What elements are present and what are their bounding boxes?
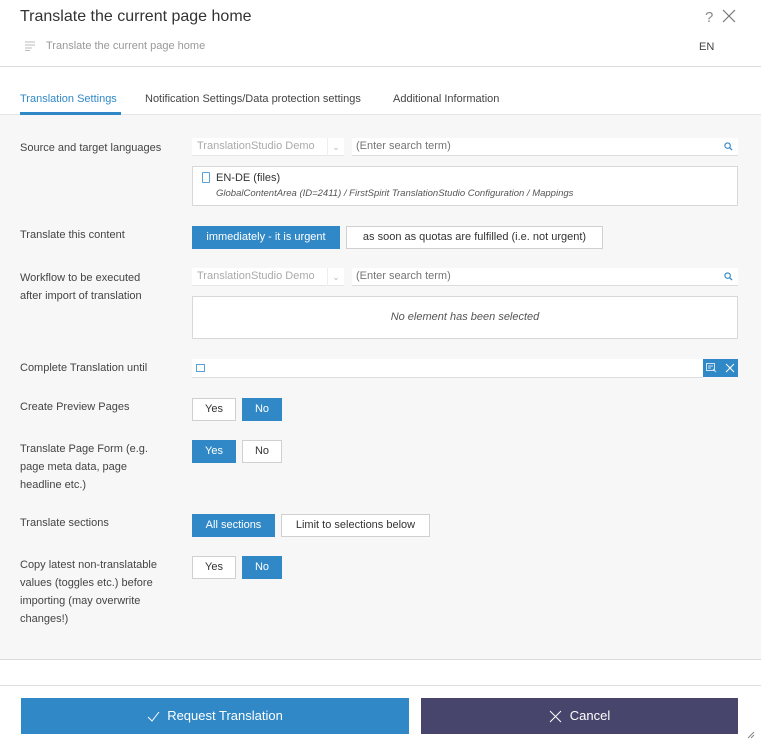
source-project-select[interactable]: TranslationStudio Demo ⌄ <box>192 138 344 156</box>
mapping-path: GlobalContentArea (ID=2411) / FirstSpiri… <box>216 188 574 199</box>
copy-yes-button[interactable]: Yes <box>192 556 236 579</box>
date-actions <box>703 359 738 377</box>
clear-date-icon[interactable] <box>725 363 735 373</box>
form-content: Source and target languages TranslationS… <box>0 115 761 660</box>
empty-selection-text: No element has been selected <box>390 311 540 323</box>
tab-notification-settings[interactable]: Notification Settings/Data protection se… <box>145 93 361 105</box>
close-icon[interactable] <box>722 9 736 23</box>
translate-content-label: Translate this content <box>20 229 125 241</box>
chevron-down-icon[interactable]: ⌄ <box>327 138 344 156</box>
preview-no-button[interactable]: No <box>242 398 282 421</box>
search-icon[interactable] <box>724 272 733 281</box>
urgent-button[interactable]: immediately - it is urgent <box>192 226 340 249</box>
description-icon <box>25 41 35 51</box>
workflow-project-value: TranslationStudio Demo <box>197 270 315 282</box>
all-sections-button[interactable]: All sections <box>192 514 275 537</box>
page-form-no-button[interactable]: No <box>242 440 282 463</box>
language-indicator[interactable]: EN <box>699 41 714 53</box>
workflow-project-select[interactable]: TranslationStudio Demo ⌄ <box>192 268 344 286</box>
check-icon <box>147 711 160 722</box>
cancel-button[interactable]: Cancel <box>421 698 738 734</box>
limit-sections-button[interactable]: Limit to selections below <box>281 514 430 537</box>
dialog-title: Translate the current page home <box>20 8 252 25</box>
page-form-label: Translate Page Form (e.g. page meta data… <box>20 443 148 491</box>
help-icon[interactable]: ? <box>705 9 713 26</box>
document-icon <box>202 172 210 183</box>
source-target-label: Source and target languages <box>20 142 162 154</box>
tab-translation-settings[interactable]: Translation Settings <box>20 93 117 105</box>
close-icon <box>549 710 562 723</box>
dialog-header: Translate the current page home ? Transl… <box>0 0 761 67</box>
source-project-value: TranslationStudio Demo <box>197 140 315 152</box>
sections-label: Translate sections <box>20 517 109 529</box>
date-picker-icon[interactable] <box>706 363 717 373</box>
copy-values-label: Copy latest non-translatable values (tog… <box>20 559 157 625</box>
request-translation-button[interactable]: Request Translation <box>21 698 409 734</box>
calendar-icon[interactable] <box>196 364 205 372</box>
chevron-down-icon[interactable]: ⌄ <box>327 268 344 286</box>
workflow-label: Workflow to be executed after import of … <box>20 272 142 302</box>
date-input[interactable] <box>192 359 703 378</box>
not-urgent-button[interactable]: as soon as quotas are fulfilled (i.e. no… <box>346 226 603 249</box>
workflow-list: No element has been selected <box>192 296 738 339</box>
preview-yes-button[interactable]: Yes <box>192 398 236 421</box>
cancel-label: Cancel <box>569 708 611 723</box>
search-icon[interactable] <box>724 142 733 151</box>
footer-divider <box>0 685 761 686</box>
preview-pages-label: Create Preview Pages <box>20 401 130 413</box>
request-translation-label: Request Translation <box>167 708 283 723</box>
tab-additional-information[interactable]: Additional Information <box>393 93 499 105</box>
complete-until-label: Complete Translation until <box>20 362 148 374</box>
dialog-subtitle: Translate the current page home <box>46 40 206 52</box>
source-search-field[interactable] <box>352 138 738 156</box>
copy-no-button[interactable]: No <box>242 556 282 579</box>
page-form-yes-button[interactable]: Yes <box>192 440 236 463</box>
tab-bar: Translation Settings Notification Settin… <box>0 67 761 115</box>
workflow-search-input[interactable] <box>356 270 697 282</box>
workflow-search-field[interactable] <box>352 268 738 286</box>
resize-handle-icon[interactable] <box>746 730 755 739</box>
selected-mapping-list: EN-DE (files) GlobalContentArea (ID=2411… <box>192 166 738 206</box>
mapping-title[interactable]: EN-DE (files) <box>216 172 280 184</box>
source-search-input[interactable] <box>356 140 697 152</box>
